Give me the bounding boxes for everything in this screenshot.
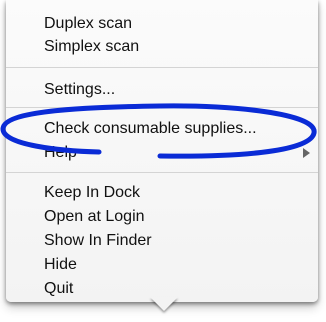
menu-item-help-label: Help xyxy=(44,144,77,161)
menu-item-show-in-finder[interactable]: Show In Finder xyxy=(6,230,318,252)
menu-item-hide[interactable]: Hide xyxy=(6,254,318,276)
menu-item-keep-in-dock[interactable]: Keep In Dock xyxy=(6,182,318,204)
menu-item-settings[interactable]: Settings... xyxy=(6,79,318,101)
submenu-arrow-icon xyxy=(303,148,310,158)
menu-item-open-at-login[interactable]: Open at Login xyxy=(6,206,318,228)
menu-separator xyxy=(6,172,318,173)
menu-item-simplex-scan[interactable]: Simplex scan xyxy=(6,36,318,58)
dock-menu-screen: Duplex scan Simplex scan Settings... Che… xyxy=(0,0,326,322)
menu-item-duplex-scan[interactable]: Duplex scan xyxy=(6,13,318,35)
menu-separator xyxy=(6,107,318,108)
menu-separator xyxy=(6,67,318,68)
menu-item-help[interactable]: Help xyxy=(6,142,318,164)
menu-item-check-consumable-supplies[interactable]: Check consumable supplies... xyxy=(6,118,318,140)
menu-item-quit[interactable]: Quit xyxy=(6,278,318,300)
